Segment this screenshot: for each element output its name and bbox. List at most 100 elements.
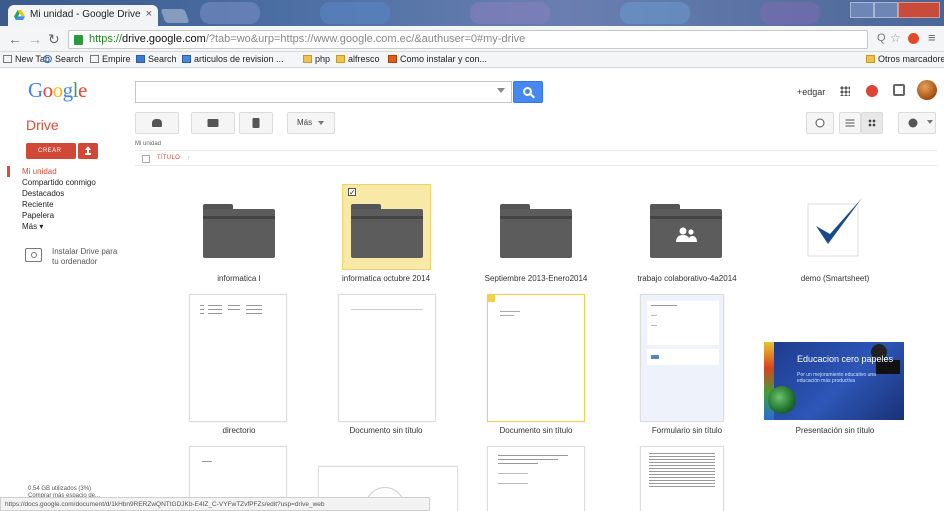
bookmark-php[interactable]: php xyxy=(303,54,330,64)
bookmark-search[interactable]: Search xyxy=(43,54,84,64)
bookmark-como-instalar[interactable]: Como instalar y con... xyxy=(388,54,487,64)
browser-tab[interactable]: Mi unidad - Google Drive × xyxy=(8,5,158,26)
select-all-checkbox[interactable] xyxy=(142,155,150,163)
smartsheet-icon[interactable] xyxy=(806,196,866,258)
logo-letter: e xyxy=(78,78,87,102)
address-bar[interactable]: https://drive.google.com/?tab=wo&urp=htt… xyxy=(68,30,868,49)
bookmark-label: articulos de revision ... xyxy=(194,54,284,64)
bookmark-empire[interactable]: Empire xyxy=(90,54,131,64)
extension-icon[interactable] xyxy=(908,33,919,44)
browser-toolbar: ← → ↻ https://drive.google.com/?tab=wo&u… xyxy=(0,26,944,52)
back-icon[interactable]: ← xyxy=(8,32,22,46)
folder-icon[interactable] xyxy=(500,204,572,258)
thumb-line xyxy=(208,309,222,310)
sidebar-item-my-drive[interactable]: Mi unidad xyxy=(22,167,57,176)
more-actions-label: Más xyxy=(297,118,313,127)
logo-letter: G xyxy=(28,78,43,102)
add-person-button[interactable] xyxy=(135,112,179,134)
bookmark-search-2[interactable]: Search xyxy=(136,54,177,64)
close-window-button[interactable] xyxy=(898,2,940,18)
search-button[interactable] xyxy=(513,81,543,103)
sidebar-item-shared-with-me[interactable]: Compartido conmigo xyxy=(22,178,96,187)
thumb-line xyxy=(498,473,528,474)
move-to-folder-button[interactable] xyxy=(191,112,235,134)
file-name[interactable]: informatica I xyxy=(180,274,298,283)
more-actions-button[interactable]: Más xyxy=(287,112,335,134)
forward-icon[interactable]: → xyxy=(28,32,42,46)
document-thumbnail[interactable] xyxy=(487,294,585,422)
other-bookmarks[interactable]: Otros marcadores xyxy=(866,54,944,64)
form-thumbnail[interactable] xyxy=(640,294,724,422)
title-column-header[interactable]: TÍTULO xyxy=(157,155,180,161)
status-bar-url: https://docs.google.com/document/d/1kHbn… xyxy=(0,497,430,511)
presentation-thumbnail[interactable]: Educacion cero papeles Por un mejoramien… xyxy=(764,342,904,420)
upload-icon xyxy=(85,146,91,155)
trash-icon xyxy=(252,118,260,128)
thumb-line xyxy=(246,305,262,306)
settings-button[interactable] xyxy=(898,112,936,134)
file-name[interactable]: Formulario sin título xyxy=(614,426,760,435)
thumb-line xyxy=(651,305,677,306)
google-logo[interactable]: Google xyxy=(28,78,87,103)
sidebar-item-more[interactable]: Más ▾ xyxy=(22,222,43,231)
file-name[interactable]: Documento sin título xyxy=(320,426,452,435)
install-drive-link[interactable]: Instalar Drive para tu ordenador xyxy=(52,247,122,267)
menu-icon[interactable]: ≡ xyxy=(928,30,936,45)
thumb-line xyxy=(498,455,568,456)
item-checkbox[interactable]: ✓ xyxy=(348,188,356,197)
thumb-line xyxy=(228,309,240,310)
sort-arrow-icon[interactable]: ↑ xyxy=(187,155,191,162)
selected-indicator xyxy=(7,166,10,177)
close-tab-icon[interactable]: × xyxy=(146,8,152,20)
folder-line xyxy=(351,216,423,219)
file-name[interactable]: demo (Smartsheet) xyxy=(780,274,890,283)
sidebar-item-starred[interactable]: Destacados xyxy=(22,189,64,198)
file-name[interactable]: Documento sin título xyxy=(466,426,606,435)
zoom-icon[interactable]: Q xyxy=(877,32,886,44)
folder-icon[interactable] xyxy=(203,204,275,258)
file-name[interactable]: trabajo colaborativo-4a2014 xyxy=(614,274,760,283)
breadcrumb[interactable]: Mi unidad xyxy=(135,141,161,147)
thumb-line xyxy=(208,305,222,306)
minimize-button[interactable] xyxy=(850,2,874,18)
document-thumbnail[interactable] xyxy=(189,294,287,422)
document-thumbnail[interactable] xyxy=(487,446,585,511)
bookmark-star-icon[interactable]: ☆ xyxy=(890,31,901,45)
file-name[interactable]: directorio xyxy=(180,426,298,435)
share-plus-icon[interactable] xyxy=(893,84,905,96)
folder-icon xyxy=(303,55,312,63)
apps-grid-icon[interactable] xyxy=(840,86,850,96)
folder-badge-icon xyxy=(487,294,495,302)
file-name[interactable]: Presentación sin título xyxy=(770,426,900,435)
search-input[interactable] xyxy=(135,81,512,103)
thumb-line xyxy=(500,311,520,312)
upload-button[interactable] xyxy=(78,143,98,159)
bookmark-articulos[interactable]: articulos de revision ... xyxy=(182,54,284,64)
folder-icon[interactable] xyxy=(351,204,423,258)
list-view-button[interactable] xyxy=(839,112,861,134)
new-tab-button[interactable] xyxy=(160,9,190,23)
search-options-chevron-icon[interactable] xyxy=(497,88,505,93)
file-name[interactable]: Septiembre 2013-Enero2014 xyxy=(466,274,606,283)
reload-icon[interactable]: ↻ xyxy=(48,32,60,46)
notifications-icon[interactable] xyxy=(866,85,878,97)
document-thumbnail[interactable] xyxy=(338,294,436,422)
grid-view-button[interactable] xyxy=(861,112,883,134)
delete-button[interactable] xyxy=(239,112,273,134)
user-name-link[interactable]: +edgar xyxy=(797,87,825,97)
folder-icon xyxy=(336,55,345,63)
bookmark-alfresco[interactable]: alfresco xyxy=(336,54,380,64)
install-drive-icon[interactable] xyxy=(25,248,42,262)
sidebar-item-recent[interactable]: Reciente xyxy=(22,200,54,209)
thumb-line xyxy=(498,463,538,464)
details-button[interactable] xyxy=(806,112,834,134)
avatar[interactable] xyxy=(917,80,937,100)
shared-folder-icon[interactable] xyxy=(650,204,722,258)
maximize-button[interactable] xyxy=(874,2,898,18)
file-name[interactable]: informatica octubre 2014 xyxy=(320,274,452,283)
chevron-down-icon xyxy=(927,120,933,124)
spreadsheet-thumbnail[interactable] xyxy=(640,446,724,511)
sidebar-item-trash[interactable]: Papelera xyxy=(22,211,54,220)
create-button[interactable]: CREAR xyxy=(26,143,76,159)
drive-favicon-icon xyxy=(14,10,25,20)
